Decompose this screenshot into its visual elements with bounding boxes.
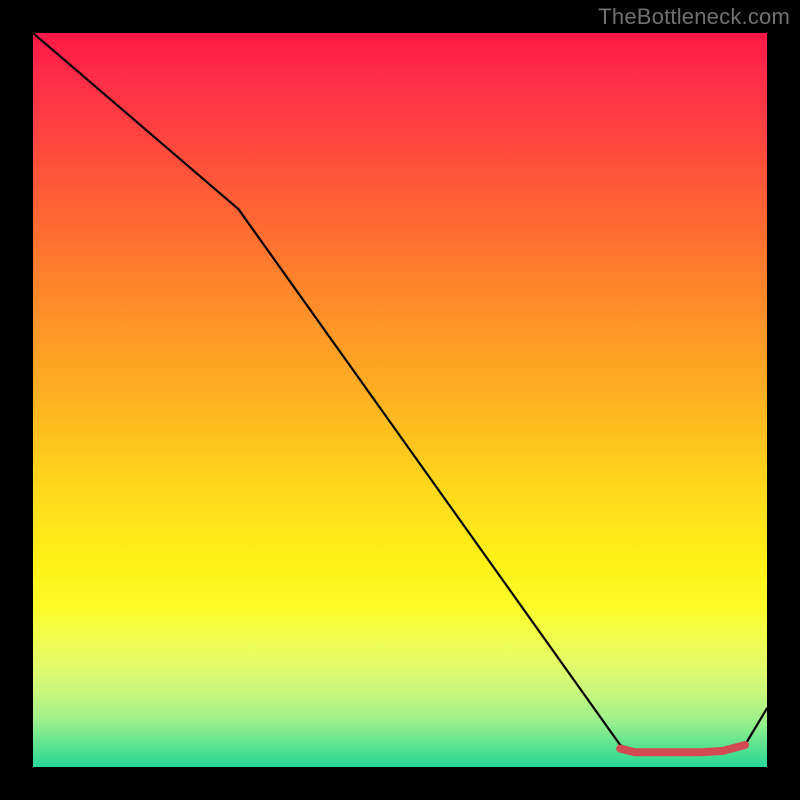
red-flat-line <box>620 745 745 752</box>
watermark-text: TheBottleneck.com <box>598 4 790 30</box>
chart-frame: TheBottleneck.com <box>0 0 800 800</box>
black-curve-line <box>33 33 767 752</box>
chart-overlay <box>33 33 767 767</box>
